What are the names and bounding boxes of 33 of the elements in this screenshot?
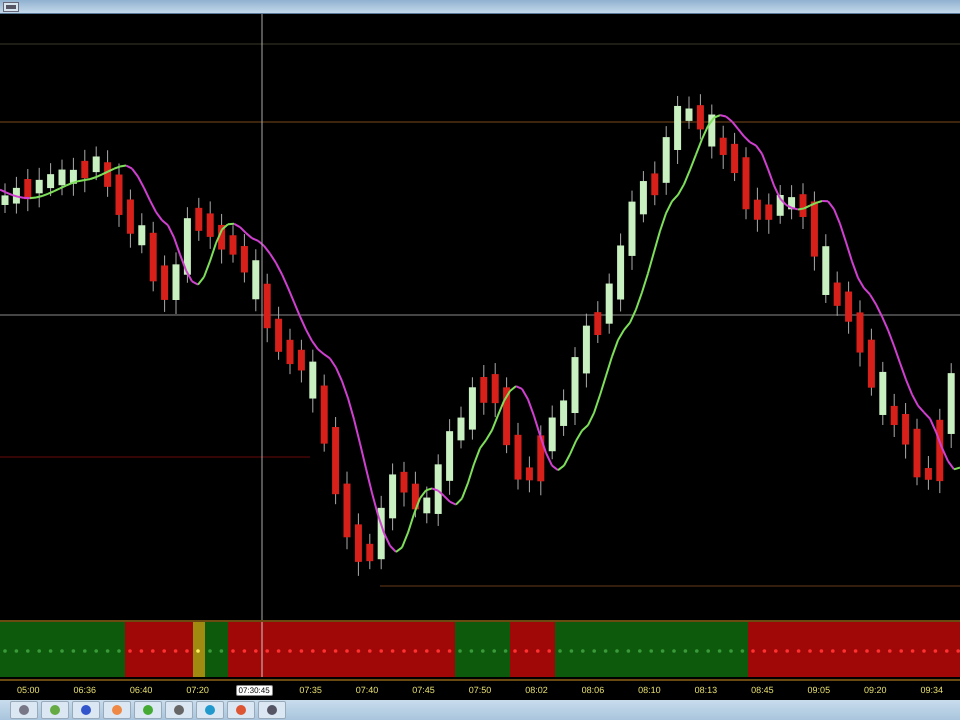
- app-circle-icon: [204, 704, 216, 716]
- app-circle-icon: [80, 704, 92, 716]
- time-label: 05:00: [16, 685, 40, 696]
- app-circle-icon: [173, 704, 185, 716]
- time-label: 07:45: [412, 685, 435, 696]
- taskbar-button[interactable]: [165, 701, 193, 719]
- taskbar-button[interactable]: [10, 701, 38, 719]
- time-label: 09:20: [864, 685, 887, 696]
- time-label: 07:35: [299, 685, 322, 696]
- time-label: 09:05: [808, 685, 830, 696]
- time-label: 06:40: [130, 685, 152, 696]
- app-circle-icon: [266, 704, 278, 716]
- taskbar-button[interactable]: [196, 701, 224, 719]
- time-label: 08:02: [525, 685, 548, 696]
- app-circle-icon: [111, 704, 123, 716]
- time-label: 08:10: [638, 685, 661, 696]
- taskbar-button[interactable]: [227, 701, 255, 719]
- time-label: 07:20: [186, 685, 209, 696]
- taskbar-button[interactable]: [258, 701, 286, 719]
- time-label: 06:36: [73, 685, 96, 696]
- time-label: 08:45: [751, 685, 774, 696]
- crosshair-time-label: 07:30:45: [236, 684, 273, 696]
- app-circle-icon: [18, 704, 30, 716]
- taskbar-button[interactable]: [72, 701, 100, 719]
- app-circle-icon: [235, 704, 247, 716]
- app-circle-icon: [142, 704, 154, 716]
- app-circle-icon: [49, 704, 61, 716]
- time-label: 08:13: [694, 685, 718, 696]
- time-label: 07:40: [356, 685, 378, 696]
- time-label: 09:34: [920, 685, 944, 696]
- window-icon: [3, 2, 19, 12]
- time-label: 08:06: [582, 685, 604, 696]
- time-label: 07:50: [468, 685, 492, 696]
